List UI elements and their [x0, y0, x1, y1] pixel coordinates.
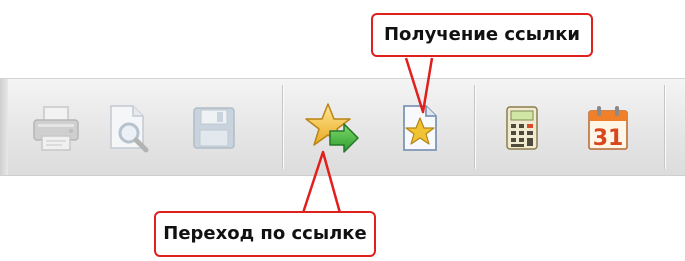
toolbar-separator: [282, 85, 284, 169]
calendar-day: 31: [593, 126, 624, 151]
save-icon: [193, 107, 235, 149]
toolbar: 31: [0, 78, 685, 176]
printer-icon: [33, 106, 79, 151]
follow-link-callout: Переход по ссылке: [154, 211, 376, 257]
calculator-button[interactable]: [494, 99, 550, 157]
star-arrow-icon: [305, 103, 359, 153]
star-document-icon: [403, 105, 437, 151]
print-button[interactable]: [28, 99, 84, 157]
toolbar-separator: [474, 85, 476, 169]
toolbar-edge: [0, 79, 8, 175]
calendar-icon: 31: [588, 106, 628, 151]
get-link-callout: Получение ссылки: [371, 13, 593, 57]
follow-link-callout-text: Переход по ссылке: [163, 223, 367, 244]
print-preview-button[interactable]: [100, 99, 156, 157]
get-link-callout-text: Получение ссылки: [383, 24, 581, 45]
print-preview-icon: [110, 105, 149, 153]
get-link-button[interactable]: [392, 99, 448, 157]
calendar-button[interactable]: 31: [580, 99, 636, 157]
toolbar-separator: [664, 85, 666, 169]
follow-link-button[interactable]: [304, 99, 360, 157]
calculator-icon: [506, 106, 538, 150]
save-button[interactable]: [186, 99, 242, 157]
